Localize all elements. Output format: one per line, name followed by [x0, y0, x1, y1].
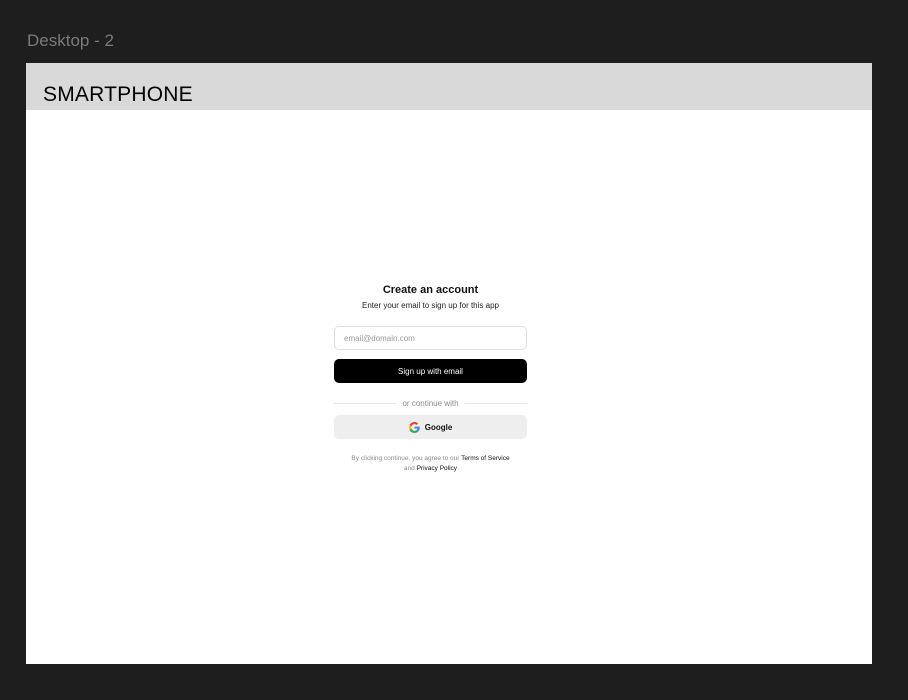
- google-icon: [408, 421, 420, 433]
- privacy-policy-link[interactable]: Privacy Policy: [417, 465, 457, 472]
- terms-of-service-link[interactable]: Terms of Service: [461, 455, 509, 462]
- or-divider: or continue with: [334, 394, 527, 412]
- brand-title: SMARTPHONE: [43, 83, 193, 106]
- sign-up-button-label: Sign up with email: [398, 366, 463, 376]
- app-header: SMARTPHONE: [26, 63, 872, 110]
- divider-line-left: [334, 402, 397, 404]
- google-sign-in-button[interactable]: Google: [334, 415, 527, 439]
- frame-label: Desktop - 2: [27, 31, 114, 50]
- legal-join: and: [403, 465, 415, 472]
- signup-title: Create an account: [382, 284, 479, 296]
- email-field[interactable]: [334, 326, 527, 350]
- divider-label: or continue with: [402, 398, 459, 408]
- sign-up-with-email-button[interactable]: Sign up with email: [334, 359, 527, 383]
- signup-card: Create an account Enter your email to si…: [334, 283, 527, 474]
- signup-subtitle: Enter your email to sign up for this app: [362, 301, 499, 310]
- divider-line-right: [464, 402, 527, 404]
- legal-notice: By clicking continue, you agree to our T…: [334, 454, 527, 474]
- google-button-label: Google: [424, 422, 453, 432]
- desktop-frame: SMARTPHONE Create an account Enter your …: [26, 63, 872, 664]
- legal-prefix: By clicking continue, you agree to our: [351, 455, 460, 462]
